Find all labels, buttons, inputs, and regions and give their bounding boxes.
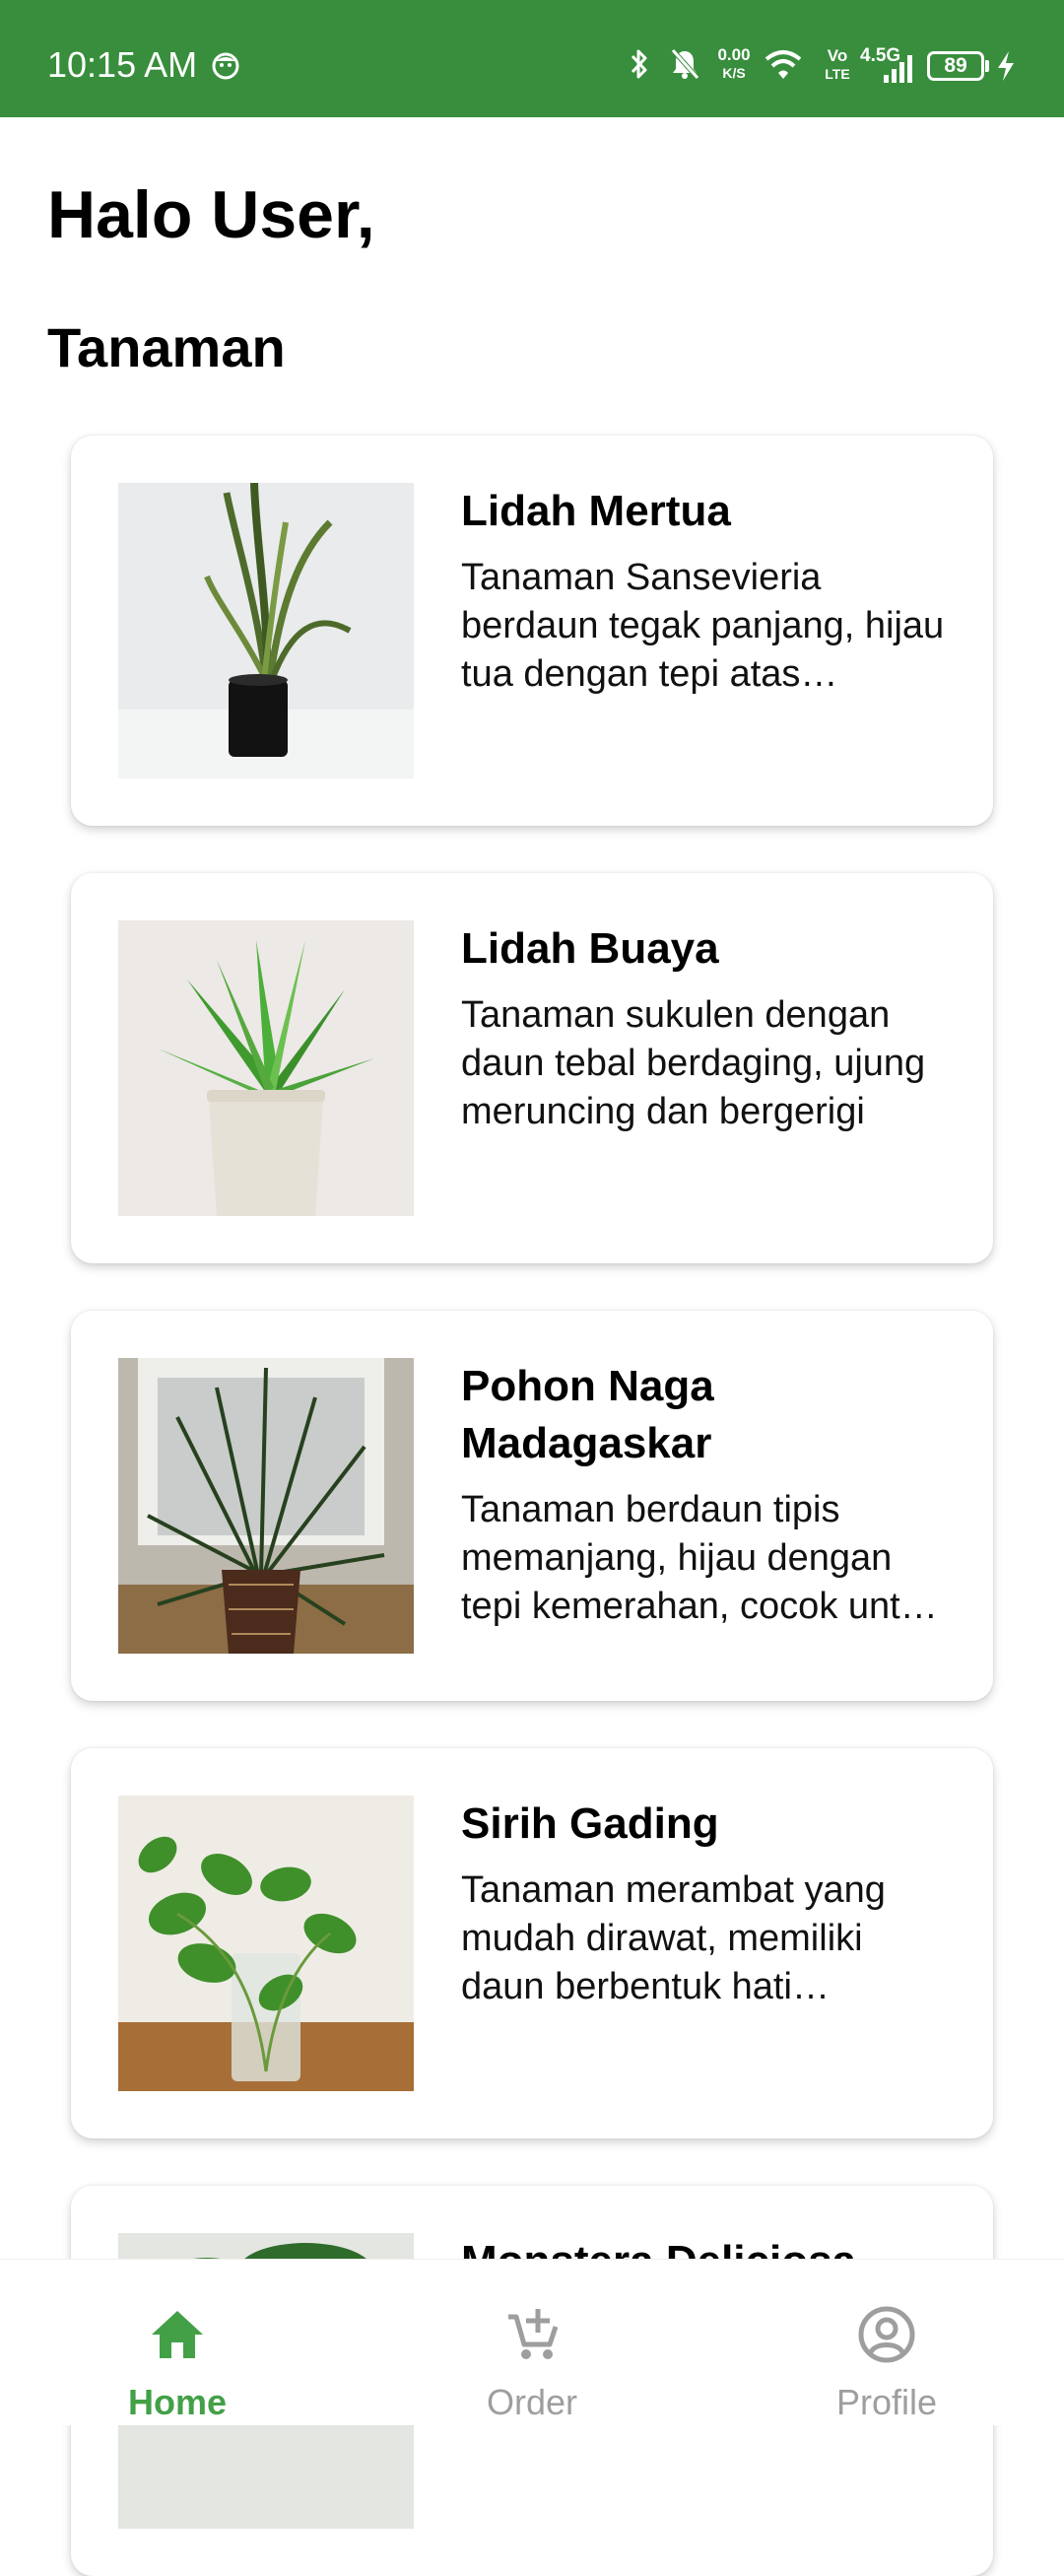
nav-label-profile: Profile: [835, 2382, 938, 2422]
wifi-icon: [765, 50, 802, 79]
net-speed-value: 0.00: [717, 45, 751, 64]
nav-item-home[interactable]: Home: [0, 2260, 355, 2425]
plant-name: Lidah Buaya: [461, 924, 719, 973]
lte-label: LTE: [825, 66, 850, 82]
plant-name: Lidah Mertua: [461, 487, 731, 535]
mute-bell-icon: [671, 48, 699, 80]
plant-card[interactable]: Pohon Naga Madagaskar Tanaman berdaun ti…: [71, 1311, 993, 1701]
bluetooth-icon: [631, 49, 647, 79]
nav-item-profile[interactable]: Profile: [709, 2260, 1064, 2425]
status-bar: 10:15 AM 0.00 K/S Vo LTE 4.5G 89: [0, 0, 1064, 117]
plant-description: Tanaman merambat yang mudah dirawat, mem…: [461, 1869, 886, 2007]
plant-card[interactable]: Sirih Gading Tanaman merambat yang mudah…: [71, 1748, 993, 2138]
plant-card[interactable]: Lidah Buaya Tanaman sukulen dengan daun …: [71, 873, 993, 1263]
plant-image: [118, 920, 414, 1216]
plant-card[interactable]: Lidah Mertua Tanaman Sansevieria berdaun…: [71, 436, 993, 826]
volte-label: Vo: [827, 46, 848, 65]
nav-label-home: Home: [127, 2382, 228, 2422]
plant-name: Pohon Naga Madagaskar: [461, 1362, 714, 1467]
plant-description: Tanaman berdaun tipis memanjang, hijau d…: [461, 1489, 940, 1627]
plant-image: [118, 1796, 414, 2091]
account-circle-icon: [858, 2306, 915, 2363]
plant-image: [118, 1358, 414, 1654]
plant-description: Tanaman Sansevieria berdaun tegak panjan…: [461, 557, 945, 695]
plant-image: [118, 483, 414, 779]
home-icon: [152, 2311, 203, 2358]
plant-name: Sirih Gading: [461, 1799, 719, 1848]
charging-icon: [998, 51, 1014, 81]
nav-label-order: Order: [486, 2382, 578, 2422]
greeting: Halo User,: [47, 177, 375, 252]
signal-icon: [884, 55, 912, 83]
net-speed-unit: K/S: [722, 65, 746, 81]
cart-add-icon: [508, 2309, 559, 2359]
bottom-navigation: Home Order Profile: [0, 2259, 1064, 2425]
plant-description: Tanaman sukulen dengan daun tebal berdag…: [461, 994, 926, 1132]
nav-item-order[interactable]: Order: [355, 2260, 709, 2425]
battery-indicator: 89: [927, 51, 984, 81]
section-title: Tanaman: [47, 316, 286, 378]
